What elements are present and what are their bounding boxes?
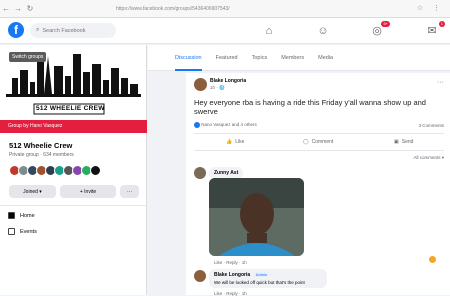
comment-actions[interactable]: Like · Reply · 1h	[214, 291, 247, 296]
search-input[interactable]	[42, 27, 113, 34]
notification-badge: 5+	[381, 21, 390, 27]
comment-actions[interactable]: Like · Reply · 1h	[214, 260, 247, 265]
home-icon	[8, 212, 15, 219]
post-options-icon[interactable]: ···	[437, 79, 444, 86]
tab-members[interactable]: Members	[281, 45, 304, 71]
home-icon[interactable]: ⌂	[261, 23, 277, 39]
facebook-logo-icon[interactable]: f	[8, 22, 24, 38]
sidebar-item-label: Events	[20, 228, 37, 235]
author-avatar[interactable]	[194, 78, 207, 91]
like-label: Like	[235, 139, 245, 145]
send-label: Send	[401, 139, 414, 145]
sidebar-item-label: Home	[20, 212, 35, 219]
forward-icon[interactable]: →	[12, 3, 24, 15]
send-icon: ▣	[394, 139, 399, 145]
group-meta: Private group · 634 members	[9, 152, 74, 158]
like-reaction-icon	[194, 122, 200, 128]
group-name[interactable]: 512 Wheelie Crew	[9, 141, 72, 150]
tab-media[interactable]: Media	[318, 45, 333, 71]
comment-count[interactable]: 3 Comments	[418, 123, 444, 128]
member-avatars[interactable]	[9, 165, 101, 178]
comment-text: We will be looked off quick but that's t…	[214, 280, 305, 285]
like-icon: 👍	[226, 139, 233, 145]
invite-button[interactable]: + Invite	[60, 185, 116, 198]
divider	[194, 133, 444, 134]
group-tabs: Discussion Featured Topics Members Media	[148, 45, 450, 71]
comment-author[interactable]: Blake Longoria	[214, 272, 250, 278]
address-bar[interactable]	[116, 3, 346, 14]
comment-sort-dropdown[interactable]: All comments ▾	[413, 155, 444, 161]
group-sidebar: 512 WHEELIE CREW Switch groups Group by …	[0, 45, 147, 295]
cover-text: 512 WHEELIE CREW	[36, 105, 105, 112]
groups-icon[interactable]: ☺	[315, 23, 331, 39]
tab-topics[interactable]: Topics	[252, 45, 268, 71]
send-button[interactable]: ▣ Send	[394, 139, 413, 145]
facebook-header: f ⌕ ⌂ ☺ ◎5+ ✉1	[0, 18, 450, 44]
divider	[0, 205, 147, 206]
switch-groups-tag[interactable]: Switch groups	[9, 52, 47, 62]
reactions-row[interactable]: Nano Vasquez and 4 others	[194, 122, 257, 128]
group-admin-banner[interactable]: Group by Hano Vasquez	[0, 120, 147, 133]
selfie-photo	[209, 178, 304, 256]
post-meta: 1h · 🌐	[210, 85, 225, 90]
commenter-avatar[interactable]	[194, 167, 206, 179]
sidebar-item-events[interactable]: Events	[8, 228, 37, 235]
post-text: Hey everyone rba is having a ride this F…	[194, 98, 426, 116]
joined-button[interactable]: Joined ▾	[9, 185, 56, 198]
avatar[interactable]	[90, 165, 101, 176]
messenger-badge: 1	[438, 21, 445, 27]
comment-button[interactable]: ◯ Comment	[303, 139, 333, 145]
notifications-icon[interactable]: ◎ 5+	[369, 21, 390, 39]
post-author[interactable]: Blake Longoria	[210, 78, 246, 84]
back-icon[interactable]: ←	[0, 3, 12, 15]
emoji-reaction-icon[interactable]	[429, 256, 436, 263]
search-box[interactable]: ⌕	[30, 23, 116, 38]
calendar-icon	[8, 228, 15, 235]
browser-toolbar: ← → ↻ ☆ ⋮	[0, 0, 450, 18]
comment-icon: ◯	[303, 139, 309, 145]
like-button[interactable]: 👍 Like	[226, 139, 244, 145]
comment-image[interactable]	[209, 178, 304, 256]
browser-menu-icons[interactable]: ☆ ⋮	[417, 4, 444, 12]
post-card: Blake Longoria 1h · 🌐 ··· Hey everyone r…	[186, 73, 450, 296]
divider	[194, 150, 444, 151]
comment-author[interactable]: Zunny Ast	[214, 170, 238, 176]
tab-discussion[interactable]: Discussion	[175, 45, 202, 71]
reload-icon[interactable]: ↻	[24, 3, 36, 15]
search-icon: ⌕	[36, 27, 40, 33]
comment-bubble: Blake Longoria Admin We will be looked o…	[209, 269, 327, 288]
admin-badge: Admin	[253, 272, 270, 277]
sidebar-item-home[interactable]: Home	[8, 212, 35, 219]
group-cover-photo[interactable]: 512 WHEELIE CREW Switch groups	[6, 48, 141, 118]
reactions-text: Nano Vasquez and 4 others	[201, 122, 257, 128]
tab-featured[interactable]: Featured	[216, 45, 238, 71]
commenter-avatar[interactable]	[194, 270, 206, 282]
comment-label: Comment	[311, 139, 334, 145]
messenger-icon[interactable]: ✉ 1	[424, 21, 445, 39]
more-options-button[interactable]: ···	[120, 185, 139, 198]
